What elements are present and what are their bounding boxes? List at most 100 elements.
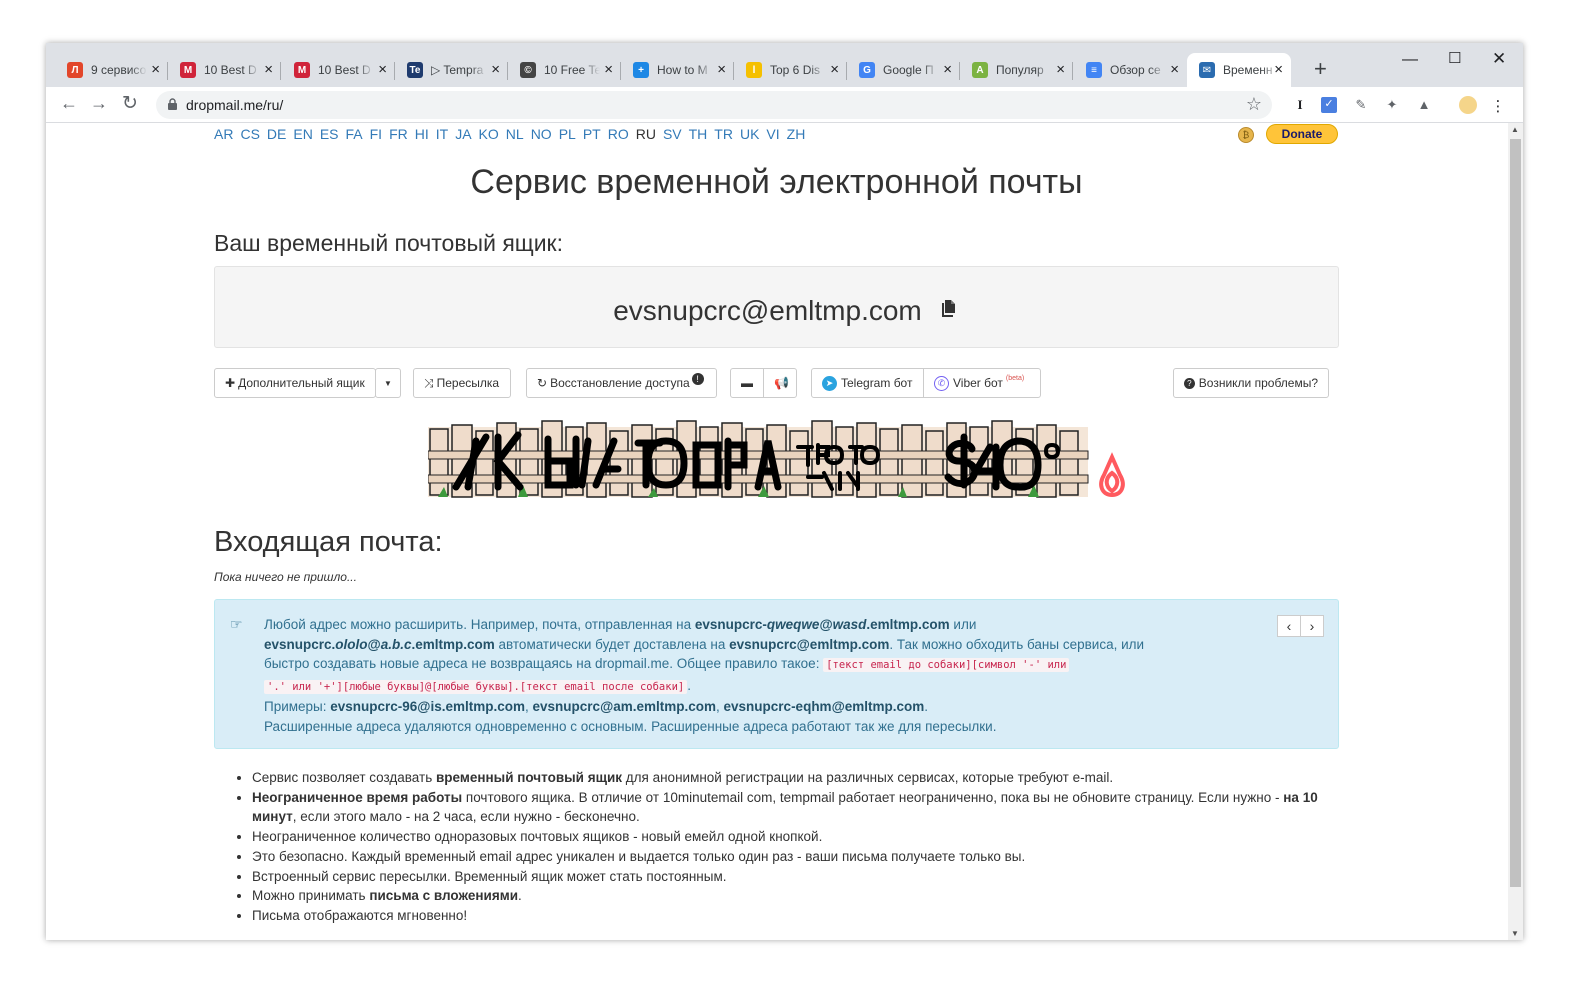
language-link-sv[interactable]: SV bbox=[663, 126, 682, 142]
browser-tab[interactable]: ≡ Обзор се × bbox=[1074, 53, 1187, 87]
tab-favicon-icon: l bbox=[746, 62, 762, 78]
problems-button[interactable]: ? Возникли проблемы? bbox=[1173, 368, 1329, 398]
tab-close-icon[interactable]: × bbox=[604, 62, 613, 78]
tab-close-icon[interactable]: × bbox=[1056, 62, 1065, 78]
extension-drive-icon[interactable]: ▲ bbox=[1416, 97, 1432, 113]
tab-favicon-icon: ✉ bbox=[1199, 62, 1215, 78]
menu-dots-icon[interactable]: ⋮ bbox=[1490, 97, 1506, 115]
back-icon[interactable]: ← bbox=[60, 93, 78, 114]
tab-close-icon[interactable]: × bbox=[378, 62, 387, 78]
page-title: Сервис временной электронной почты bbox=[470, 163, 1083, 201]
next-tip-button[interactable]: › bbox=[1300, 615, 1324, 637]
tab-close-icon[interactable]: × bbox=[830, 62, 839, 78]
info-p6: . bbox=[924, 699, 929, 715]
donate-button[interactable]: Donate bbox=[1266, 124, 1338, 144]
browser-tab[interactable]: ✉ Временн × bbox=[1187, 53, 1291, 87]
language-link-nl[interactable]: NL bbox=[506, 126, 524, 142]
inbox-empty-text: Пока ничего не пришло... bbox=[214, 570, 357, 584]
language-link-hi[interactable]: HI bbox=[415, 126, 429, 142]
bookmark-star-icon[interactable]: ☆ bbox=[1246, 94, 1262, 115]
language-link-no[interactable]: NO bbox=[531, 126, 552, 142]
browser-tab[interactable]: A Популяр × bbox=[960, 53, 1073, 87]
forward-icon[interactable]: → bbox=[90, 93, 108, 114]
info-last: Расширенные адреса удаляются одновременн… bbox=[264, 718, 997, 734]
language-link-cs[interactable]: CS bbox=[240, 126, 259, 142]
extra-mailbox-button[interactable]: ✚ Дополнительный ящик bbox=[214, 368, 376, 398]
tab-close-icon[interactable]: × bbox=[491, 62, 500, 78]
language-link-ar[interactable]: AR bbox=[214, 126, 233, 142]
browser-tab[interactable]: l Top 6 Dis × bbox=[734, 53, 847, 87]
browser-tab[interactable]: © 10 Free Te × bbox=[508, 53, 621, 87]
fence-image bbox=[428, 420, 1089, 498]
avatar[interactable] bbox=[1459, 96, 1477, 114]
tab-close-icon[interactable]: × bbox=[1170, 62, 1179, 78]
viber-bot-button[interactable]: ✆ Viber бот (beta) bbox=[923, 368, 1041, 398]
reload-icon[interactable]: ↻ bbox=[122, 92, 138, 115]
language-link-pl[interactable]: PL bbox=[559, 126, 576, 142]
example-1: evsnupcrc-96@is.emltmp.com bbox=[330, 699, 526, 715]
tab-favicon-icon: © bbox=[520, 62, 536, 78]
forward-button[interactable]: ⤨ Пересылка bbox=[413, 368, 511, 398]
new-tab-button[interactable]: + bbox=[1314, 57, 1327, 81]
tab-title: 10 Best D bbox=[318, 63, 371, 77]
minimize-button[interactable]: — bbox=[1402, 51, 1418, 69]
language-link-ro[interactable]: RO bbox=[608, 126, 629, 142]
language-link-de[interactable]: DE bbox=[267, 126, 286, 142]
language-link-en[interactable]: EN bbox=[293, 126, 312, 142]
e2c: @ bbox=[367, 636, 381, 652]
email-address[interactable]: evsnupcrc@emltmp.com bbox=[215, 295, 1340, 327]
extension-pen-icon[interactable]: ✎ bbox=[1353, 97, 1369, 113]
language-link-it[interactable]: IT bbox=[436, 126, 448, 142]
info-p5: . bbox=[687, 677, 691, 693]
language-link-ja[interactable]: JA bbox=[455, 126, 471, 142]
comment-button[interactable]: ▬ bbox=[730, 368, 764, 398]
prev-tip-button[interactable]: ‹ bbox=[1277, 615, 1301, 637]
browser-tab[interactable]: M 10 Best D × bbox=[168, 53, 281, 87]
close-window-button[interactable]: ✕ bbox=[1492, 49, 1506, 69]
extra-mailbox-dropdown[interactable]: ▼ bbox=[375, 368, 401, 398]
language-link-ko[interactable]: KO bbox=[479, 126, 499, 142]
language-link-fa[interactable]: FA bbox=[346, 126, 363, 142]
tab-close-icon[interactable]: × bbox=[943, 62, 952, 78]
page-scrollbar[interactable]: ▲ ▼ bbox=[1508, 123, 1523, 940]
feature-item: Это безопасно. Каждый временный email ад… bbox=[252, 847, 1334, 867]
language-link-pt[interactable]: PT bbox=[583, 126, 601, 142]
browser-tab[interactable]: Л 9 сервисов × bbox=[55, 53, 168, 87]
scroll-up-icon[interactable]: ▲ bbox=[1511, 125, 1519, 134]
tab-close-icon[interactable]: × bbox=[717, 62, 726, 78]
language-link-fi[interactable]: FI bbox=[370, 126, 382, 142]
copy-icon[interactable] bbox=[939, 298, 959, 318]
browser-tab[interactable]: Te ▷ Tempra × bbox=[395, 53, 508, 87]
language-link-vi[interactable]: VI bbox=[766, 126, 779, 142]
scroll-down-icon[interactable]: ▼ bbox=[1511, 929, 1519, 938]
f2a: Неограниченное время работы bbox=[252, 789, 463, 805]
page-content: AR CS DE EN ES FA FI FR HI IT JA KO NL NO PL PT RO RU SV TH… bbox=[214, 123, 1339, 940]
telegram-bot-button[interactable]: ➤ Telegram бот bbox=[811, 368, 924, 398]
announce-button[interactable]: 📢 bbox=[763, 368, 797, 398]
extension-puzzle-icon[interactable]: ✦ bbox=[1384, 97, 1400, 113]
plus-icon: ✚ bbox=[225, 376, 236, 390]
info-p1: Любой адрес можно расширить. Например, п… bbox=[264, 617, 695, 632]
language-link-tr[interactable]: TR bbox=[714, 126, 733, 142]
scrollbar-thumb[interactable] bbox=[1510, 139, 1521, 887]
browser-tab[interactable]: G Google П × bbox=[847, 53, 960, 87]
tab-close-icon[interactable]: × bbox=[151, 62, 160, 78]
language-link-es[interactable]: ES bbox=[320, 126, 339, 142]
extension-i-icon[interactable]: I bbox=[1292, 97, 1308, 113]
language-link-th[interactable]: TH bbox=[689, 126, 708, 142]
extension-check-icon[interactable]: ✓ bbox=[1321, 97, 1337, 113]
address-bar[interactable]: dropmail.me/ru/ ☆ bbox=[156, 91, 1272, 119]
browser-tab[interactable]: + How to M × bbox=[621, 53, 734, 87]
tab-title: Популяр bbox=[996, 63, 1044, 77]
tab-close-icon[interactable]: × bbox=[1274, 62, 1283, 78]
restore-access-button[interactable]: ↻ Восстановление доступа! bbox=[526, 368, 717, 398]
language-link-zh[interactable]: ZH bbox=[787, 126, 806, 142]
language-link-ru[interactable]: RU bbox=[636, 126, 656, 142]
language-link-fr[interactable]: FR bbox=[389, 126, 408, 142]
language-link-uk[interactable]: UK bbox=[740, 126, 759, 142]
airbnb-ad-banner[interactable] bbox=[428, 417, 1128, 503]
maximize-button[interactable]: ☐ bbox=[1448, 49, 1461, 67]
browser-tab[interactable]: M 10 Best D × bbox=[282, 53, 395, 87]
tab-close-icon[interactable]: × bbox=[264, 62, 273, 78]
tab-favicon-icon: Te bbox=[407, 62, 423, 78]
